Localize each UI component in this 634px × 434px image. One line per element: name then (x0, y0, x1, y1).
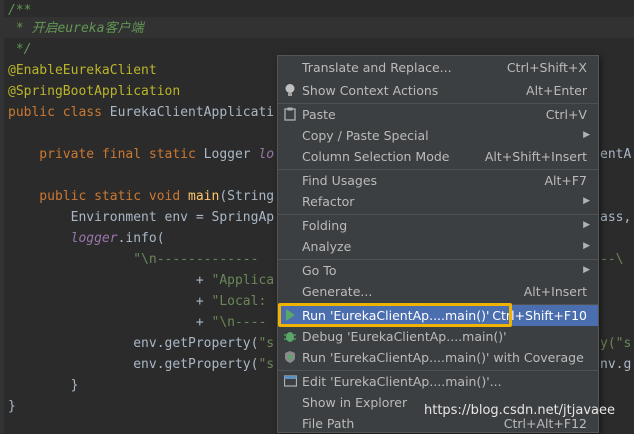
menu-item-label: Edit 'EurekaClientAp....main()'... (302, 374, 502, 389)
code-line: + "\n---- (8, 315, 267, 330)
code-line: @EnableEurekaClient (8, 63, 157, 78)
menu-item-find-usages[interactable]: Find Usages Alt+F7 (278, 170, 598, 191)
code-line: env.getProperty("s (8, 357, 275, 372)
menu-item-label: File Path (302, 416, 355, 431)
menu-item-label: Find Usages (302, 173, 378, 188)
menu-item-edit-configuration[interactable]: Edit 'EurekaClientAp....main()'... (278, 371, 598, 392)
menu-item-label: Go To (302, 263, 337, 278)
menu-item-label: Paste (302, 107, 336, 122)
menu-item-folding[interactable]: Folding ▶ (278, 215, 598, 236)
code-fragment: y("s (600, 336, 632, 351)
code-line: } (8, 399, 16, 414)
menu-item-label: Show in Explorer (302, 395, 408, 410)
code-line: logger.info( (8, 231, 165, 246)
submenu-arrow-icon: ▶ (583, 265, 590, 275)
code-fragment: nv.g (600, 357, 632, 372)
code-line: @SpringBootApplication (8, 84, 181, 99)
code-line: * 开启eureka客户端 (8, 21, 144, 36)
lightbulb-icon (283, 83, 297, 98)
code-fragment: ass, (600, 210, 632, 225)
code-fragment: entA (600, 147, 632, 162)
code-line: public static void main(String (8, 189, 275, 204)
menu-item-show-context-actions[interactable]: Show Context Actions Alt+Enter (278, 80, 598, 101)
watermark: https://blog.csdn.net/jtjavaee (424, 403, 616, 418)
menu-item-run-with-coverage[interactable]: Run 'EurekaClientAp....main()' with Cove… (278, 347, 598, 368)
menu-item-shortcut: Ctrl+V (545, 107, 587, 122)
context-menu: Translate and Replace... Ctrl+Shift+X Sh… (277, 55, 599, 433)
menu-item-shortcut: Alt+F7 (544, 173, 587, 188)
code-line: env.getProperty("s (8, 336, 275, 351)
submenu-arrow-icon: ▶ (583, 220, 590, 230)
class-name: EurekaClientApplicati (109, 105, 275, 120)
code-fragment: --\ (600, 252, 624, 267)
submenu-arrow-icon: ▶ (583, 241, 590, 251)
clipboard-icon (283, 107, 297, 122)
menu-item-shortcut: Alt+Enter (526, 83, 587, 98)
code-line: Environment env = SpringAp (8, 210, 275, 225)
menu-item-label: Run 'EurekaClientAp....main()' with Cove… (302, 350, 584, 365)
code-line: } (8, 378, 79, 393)
code-line: + "Applica (8, 273, 275, 288)
code-line: private final static Logger lo (8, 147, 275, 162)
menu-item-label: Translate and Replace... (302, 60, 452, 75)
menu-item-label: Column Selection Mode (302, 149, 450, 164)
menu-item-label: Copy / Paste Special (302, 128, 429, 143)
menu-item-shortcut: Ctrl+Shift+X (506, 60, 587, 75)
edit-config-icon (283, 374, 297, 389)
menu-item-label: Folding (302, 218, 348, 233)
menu-item-label: Show Context Actions (302, 83, 439, 98)
menu-item-label: Refactor (302, 194, 355, 209)
menu-item-translate-replace[interactable]: Translate and Replace... Ctrl+Shift+X (278, 57, 598, 78)
debug-icon (283, 329, 297, 344)
menu-item-label: Generate... (302, 284, 373, 299)
menu-item-copy-paste-special[interactable]: Copy / Paste Special ▶ (278, 125, 598, 146)
menu-item-analyze[interactable]: Analyze ▶ (278, 236, 598, 257)
highlight-annotation-box (278, 303, 512, 327)
menu-item-go-to[interactable]: Go To ▶ (278, 260, 598, 281)
code-line: */ (8, 42, 32, 57)
code-line: public class EurekaClientApplicati (8, 105, 275, 120)
menu-item-label: Analyze (302, 239, 352, 254)
menu-item-paste[interactable]: Paste Ctrl+V (278, 104, 598, 125)
menu-item-refactor[interactable]: Refactor ▶ (278, 191, 598, 212)
coverage-icon (283, 350, 297, 365)
submenu-arrow-icon: ▶ (583, 130, 590, 140)
code-line: "\n------------- (8, 252, 259, 267)
menu-item-debug[interactable]: Debug 'EurekaClientAp....main()' (278, 326, 598, 347)
menu-item-label: Debug 'EurekaClientAp....main()' (302, 329, 507, 344)
code-line: + "Local: (8, 294, 275, 309)
menu-item-shortcut: Alt+Insert (523, 284, 587, 299)
menu-item-column-selection-mode[interactable]: Column Selection Mode Alt+Shift+Insert (278, 146, 598, 167)
editor-gutter (0, 0, 4, 433)
submenu-arrow-icon: ▶ (583, 196, 590, 206)
menu-item-shortcut: Alt+Shift+Insert (484, 149, 587, 164)
menu-item-generate[interactable]: Generate... Alt+Insert (278, 281, 598, 302)
